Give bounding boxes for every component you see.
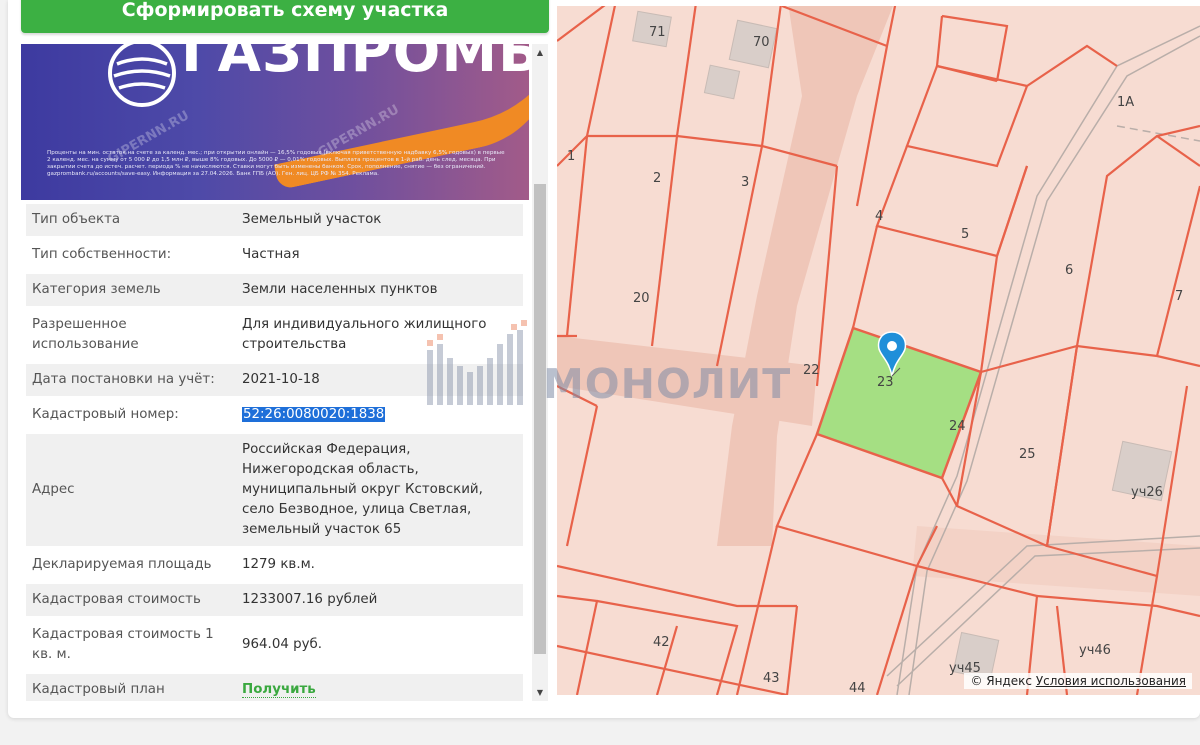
info-row-label: Тип собственности: <box>26 239 236 274</box>
form-scheme-button[interactable]: Сформировать схему участка <box>21 0 549 33</box>
parcel-label: 71 <box>649 25 666 40</box>
parcel-label: 1 <box>567 149 575 164</box>
parcel-label: 23 <box>877 375 894 390</box>
scroll-content: ГАЗПРОМБАНК GIPERNN.RU GIPERNN.RU Процен… <box>21 44 532 701</box>
info-row-label: Тип объекта <box>26 204 236 239</box>
parcel-label: 7 <box>1175 289 1183 304</box>
info-row-value: 2021-10-18 <box>236 364 523 399</box>
parcel-label: 43 <box>763 671 780 686</box>
cadastral-map[interactable]: 71 70 1А 1 2 3 4 5 6 7 20 22 23 24 25 уч26 42 43 44 уч45 уч4… <box>557 6 1200 695</box>
yandex-copyright: © Яндекс <box>970 674 1032 688</box>
info-row: Разрешенное использование Для индивидуаль… <box>26 309 523 364</box>
info-row-value: 1279 кв.м. <box>236 549 523 584</box>
parcel-label: 70 <box>753 35 770 50</box>
info-panel: ГАЗПРОМБАНК GIPERNN.RU GIPERNN.RU Процен… <box>21 44 549 701</box>
info-row-label: Категория земель <box>26 274 236 309</box>
info-row: Тип объекта Земельный участок <box>26 204 523 239</box>
info-row-label: Адрес <box>26 434 236 549</box>
info-row: Декларируемая площадь 1279 кв.м. <box>26 549 523 584</box>
scroll-thumb[interactable] <box>534 184 546 654</box>
info-row-value: 52:26:0080020:1838 <box>236 399 523 434</box>
parcel-label: 2 <box>653 171 661 186</box>
parcel-label: уч46 <box>1079 643 1111 658</box>
cadastral-number[interactable]: 52:26:0080020:1838 <box>242 407 386 422</box>
parcel-label: 6 <box>1065 263 1073 278</box>
triangle-up-icon[interactable]: ▲ <box>532 44 548 61</box>
info-row-value: Российская Федерация, Нижегородская обла… <box>236 434 523 549</box>
info-row-value: Земельный участок <box>236 204 523 239</box>
parcel-label: 25 <box>1019 447 1036 462</box>
info-row-value: Частная <box>236 239 523 274</box>
ad-banner[interactable]: ГАЗПРОМБАНК GIPERNN.RU GIPERNN.RU Процен… <box>21 44 529 200</box>
info-row: Адрес Российская Федерация, Нижегородская… <box>26 434 523 549</box>
info-row: Кадастровая стоимость 1 кв. м. 964.04 руб… <box>26 619 523 674</box>
map-attribution: © Яндекс Условия использования <box>964 673 1192 689</box>
parcel-label: 24 <box>949 419 966 434</box>
info-row-label: Декларируемая площадь <box>26 549 236 584</box>
info-row-value: 964.04 руб. <box>236 619 523 674</box>
info-row: Тип собственности: Частная <box>26 239 523 274</box>
triangle-down-icon[interactable]: ▼ <box>532 684 548 701</box>
parcel-label: 20 <box>633 291 650 306</box>
info-row: Категория земель Земли населенных пунктов <box>26 274 523 309</box>
info-row: Кадастровая стоимость 1233007.16 рублей <box>26 584 523 619</box>
info-row: Кадастровый план Получить <box>26 674 523 701</box>
info-row-label: Кадастровый номер: <box>26 399 236 434</box>
parcel-label: уч26 <box>1131 485 1163 500</box>
info-row-label: Кадастровая стоимость <box>26 584 236 619</box>
info-row-value: Земли населенных пунктов <box>236 274 523 309</box>
parcel-label: 22 <box>803 363 820 378</box>
info-row-value: Получить <box>236 674 523 701</box>
parcel-label: 5 <box>961 227 969 242</box>
info-row-label: Кадастровый план <box>26 674 236 701</box>
bank-logo-icon <box>108 44 176 107</box>
get-cadastral-plan-link[interactable]: Получить <box>242 682 316 698</box>
banner-fine-print: Проценты на мин. остаток на счете за кал… <box>47 150 505 177</box>
parcel-label: 42 <box>653 635 670 650</box>
info-row: Кадастровый номер: 52:26:0080020:1838 <box>26 399 523 434</box>
info-row-value: 1233007.16 рублей <box>236 584 523 619</box>
terms-of-use-link[interactable]: Условия использования <box>1036 674 1186 688</box>
info-row: Дата постановки на учёт: 2021-10-18 <box>26 364 523 399</box>
panel-scrollbar[interactable]: ▲ ▼ <box>532 44 548 701</box>
property-info-table: Тип объекта Земельный участок Тип собствен… <box>26 204 523 701</box>
parcel-label: 44 <box>849 681 866 695</box>
parcel-label: 1А <box>1117 95 1134 110</box>
info-row-label: Дата постановки на учёт: <box>26 364 236 399</box>
info-row-label: Кадастровая стоимость 1 кв. м. <box>26 619 236 674</box>
map-canvas[interactable]: 71701А12 345672022232425уч26424344уч45уч4… <box>557 6 1200 695</box>
info-row-value: Для индивидуального жилищного строительс… <box>236 309 523 364</box>
parcel-label: 4 <box>875 209 883 224</box>
parcel-label: 3 <box>741 175 749 190</box>
info-row-label: Разрешенное использование <box>26 309 236 364</box>
